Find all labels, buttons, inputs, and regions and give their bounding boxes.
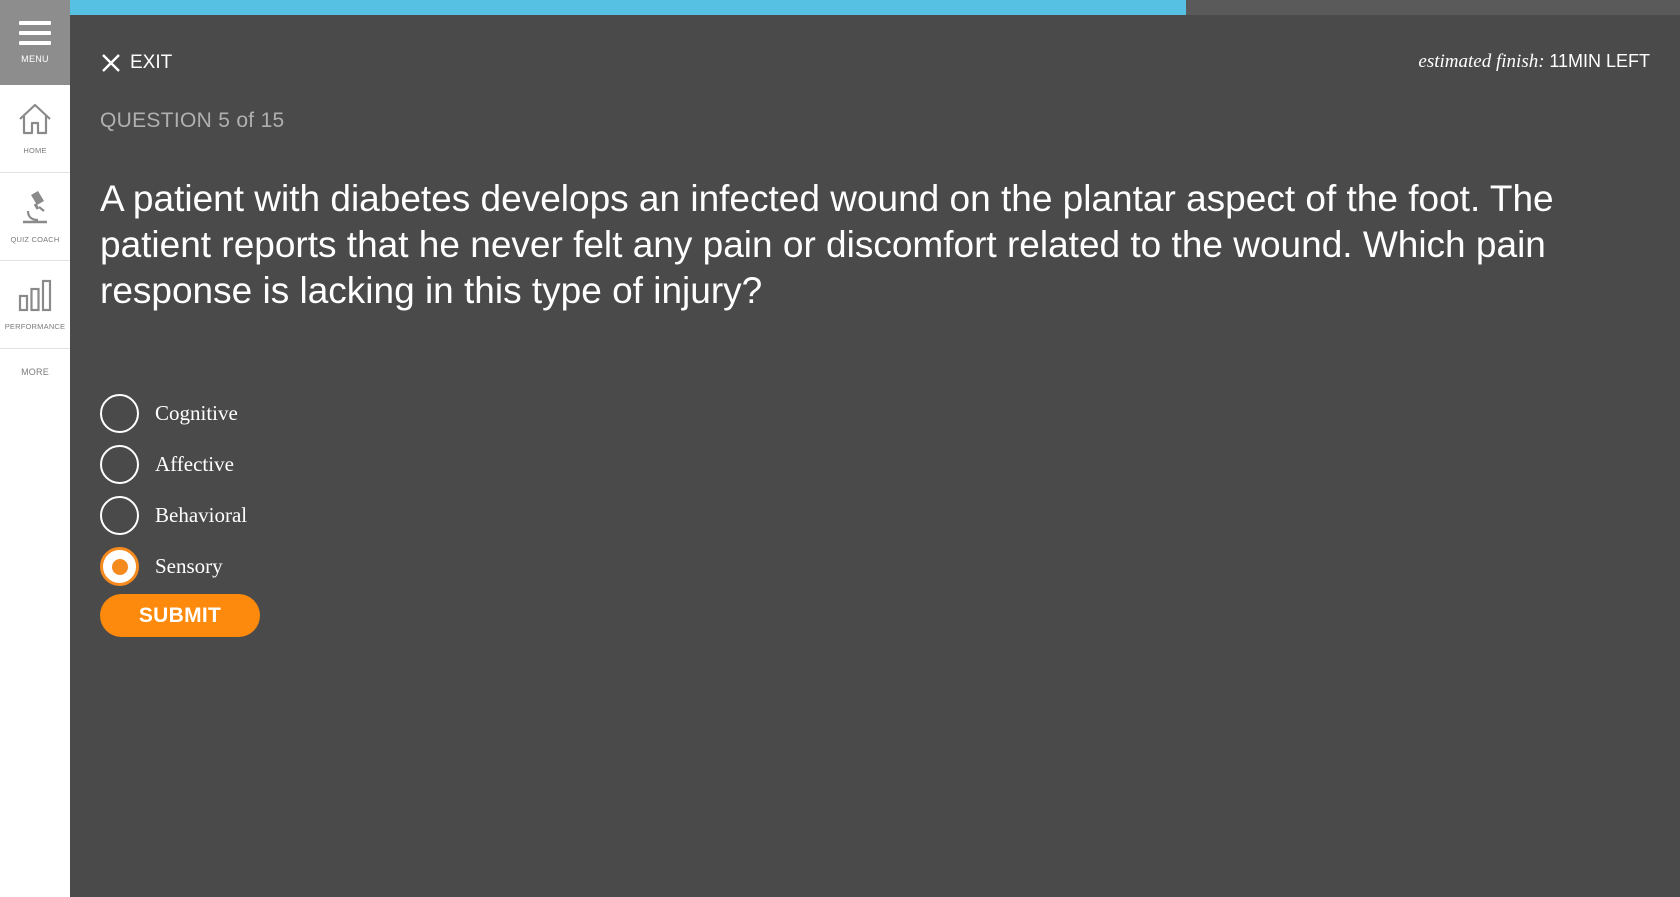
submit-button[interactable]: SUBMIT — [100, 594, 260, 637]
sidebar-item-home[interactable]: HOME — [0, 85, 70, 173]
exit-button[interactable]: EXIT — [101, 52, 172, 74]
option-label: Affective — [155, 452, 234, 476]
question-text: A patient with diabetes develops an infe… — [100, 178, 1554, 311]
sidebar-item-quiz-coach[interactable]: QUIZ COACH — [0, 173, 70, 261]
radio-dot — [111, 558, 128, 575]
estimate-value: 11MIN LEFT — [1549, 51, 1650, 71]
radio-button-selected[interactable] — [100, 547, 139, 586]
radio-button[interactable] — [100, 394, 139, 433]
progress-bar — [70, 0, 1680, 15]
option-label: Sensory — [155, 554, 223, 578]
menu-button[interactable]: MENU — [0, 0, 70, 85]
sidebar-item-label: MORE — [21, 367, 49, 377]
exit-label: EXIT — [130, 52, 173, 73]
sidebar: MENU HOME QUIZ COACH PERFORMANCE MORE — [0, 0, 70, 897]
radio-button[interactable] — [100, 445, 139, 484]
estimate-label: estimated finish: — [1418, 51, 1545, 72]
option-sensory[interactable]: Sensory — [100, 541, 247, 592]
answer-options: Cognitive Affective Behavioral Sensory — [100, 388, 247, 592]
menu-label: MENU — [21, 54, 49, 64]
option-affective[interactable]: Affective — [100, 439, 247, 490]
estimated-finish: estimated finish: 11MIN LEFT — [1418, 51, 1650, 73]
sidebar-item-label: QUIZ COACH — [10, 235, 60, 244]
sidebar-item-more[interactable]: MORE — [0, 349, 70, 401]
progress-fill — [70, 0, 1186, 15]
hamburger-icon — [19, 21, 51, 45]
option-label: Cognitive — [155, 401, 238, 425]
option-label: Behavioral — [155, 503, 248, 527]
option-behavioral[interactable]: Behavioral — [100, 490, 247, 541]
sidebar-item-label: HOME — [23, 146, 47, 155]
option-cognitive[interactable]: Cognitive — [100, 388, 247, 439]
microscope-icon — [23, 191, 47, 224]
question-counter: QUESTION 5 of 15 — [100, 109, 285, 132]
close-icon — [102, 54, 120, 72]
home-icon — [19, 103, 51, 135]
bar-chart-icon — [18, 279, 52, 312]
radio-button[interactable] — [100, 496, 139, 535]
sidebar-item-label: PERFORMANCE — [4, 322, 66, 331]
sidebar-item-performance[interactable]: PERFORMANCE — [0, 261, 70, 349]
